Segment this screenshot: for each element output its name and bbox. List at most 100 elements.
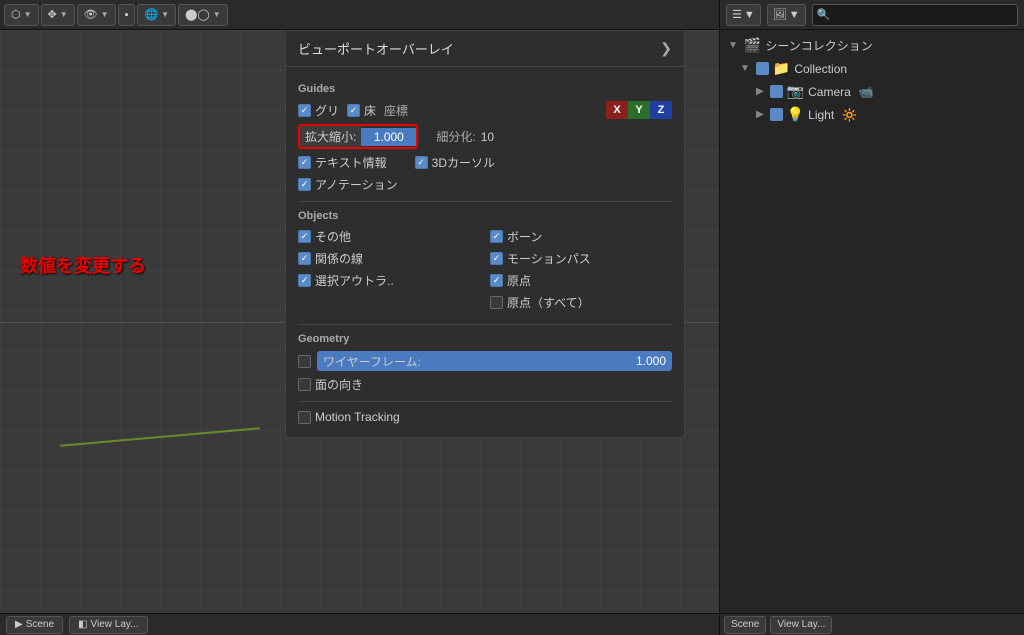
relation-checkbox[interactable]: ✓	[298, 252, 311, 265]
gizmo-btn[interactable]: 🌐 ▼	[137, 4, 176, 26]
subdiv-value[interactable]: 10	[481, 130, 494, 144]
objects-col-right: ✓ ボーン ✓ モーションパス	[490, 228, 672, 316]
scene-collection-item: ▼ 🎬 シーンコレクション	[720, 34, 1024, 57]
collection-visibility-cb[interactable]	[756, 62, 769, 75]
motion-path-checkbox[interactable]: ✓	[490, 252, 503, 265]
floor-checkbox-group: ✓ 床	[347, 102, 376, 119]
relation-row: ✓ 関係の線	[298, 250, 480, 267]
other-checkbox[interactable]: ✓	[298, 230, 311, 243]
light-visibility-cb[interactable]	[770, 108, 783, 121]
select-outline-label: 選択アウトラ..	[315, 272, 394, 289]
scale-row: 拡大縮小: 1.000 細分化: 10	[298, 124, 672, 149]
outliner-scene-label: Scene	[731, 619, 759, 630]
select-outline-row: ✓ 選択アウトラ..	[298, 272, 480, 289]
camera-label: Camera	[808, 85, 851, 99]
motion-tracking-row: Motion Tracking	[298, 410, 672, 424]
scene-btn[interactable]: ▶ Scene	[6, 616, 63, 634]
x-axis-btn[interactable]: X	[606, 101, 628, 119]
origin-all-checkbox[interactable]	[490, 296, 503, 309]
annotation-checkbox[interactable]: ✓	[298, 178, 311, 191]
subdiv-label: 細分化:	[436, 128, 475, 145]
camera-icon: 📷	[787, 83, 804, 100]
scene-collection-label: シーンコレクション	[765, 37, 872, 54]
origin-all-label: 原点（すべて）	[507, 294, 590, 311]
collection-expand-arrow: ▼	[740, 63, 750, 74]
viewport-toolbar: ⬡ ▼ ✥ ▼ 👁 ▼ ▪ 🌐 ▼ ⬤◯ ▼	[0, 0, 719, 30]
overlay-title-bar: ビューポートオーバーレイ ❯	[286, 31, 684, 67]
overlay-close-btn[interactable]: ❯	[660, 40, 672, 57]
shading-dots-btn[interactable]: ⬤◯ ▼	[178, 4, 228, 26]
motion-path-label: モーションパス	[507, 250, 591, 267]
search-input[interactable]	[812, 4, 1018, 26]
wireframe-bar: ワイヤーフレーム: 1.000	[298, 351, 672, 371]
y-axis-btn[interactable]: Y	[628, 101, 650, 119]
cursor-icon: ✥	[48, 8, 57, 21]
text-info-checkbox[interactable]: ✓	[298, 156, 311, 169]
grid-label: グリ	[315, 102, 339, 119]
cursor-3d-label: 3Dカーソル	[432, 154, 495, 171]
wireframe-value: 1.000	[636, 354, 666, 368]
origin-all-group: 原点（すべて）	[490, 294, 590, 311]
grid-checkbox[interactable]: ✓	[298, 104, 311, 117]
face-orient-checkbox[interactable]	[298, 378, 311, 391]
wireframe-label: ワイヤーフレーム:	[323, 353, 421, 370]
3d-viewport: 数値を変更する ビューポートオーバーレイ ❯ Guides ✓ グリ	[0, 30, 719, 613]
z-axis-btn[interactable]: Z	[650, 101, 672, 119]
scale-value[interactable]: 1.000	[361, 128, 416, 146]
bone-group: ✓ ボーン	[490, 228, 542, 245]
view-layer-btn[interactable]: ◧ View Lay...	[69, 616, 147, 634]
light-item[interactable]: ▶ 💡 Light 🔆	[720, 103, 1024, 126]
motion-tracking-group: Motion Tracking	[298, 410, 400, 424]
origin-label: 原点	[507, 272, 531, 289]
motion-tracking-checkbox[interactable]	[298, 411, 311, 424]
camera-item[interactable]: ▶ 📷 Camera 📹	[720, 80, 1024, 103]
collection-icon: 📁	[773, 60, 790, 77]
divider-2	[298, 324, 672, 325]
viewport-icon: ⬡	[11, 8, 21, 21]
coord-label: 座標	[384, 102, 408, 119]
collection-item[interactable]: ▼ 📁 Collection	[720, 57, 1024, 80]
camera-type-icon: 📹	[859, 85, 874, 99]
collection-label: Collection	[794, 62, 847, 76]
show-hide-btn[interactable]: 👁 ▼	[77, 4, 116, 26]
outliner-scene-btn[interactable]: Scene	[724, 616, 766, 634]
viewport-bottom-bar: ▶ Scene ◧ View Lay...	[0, 613, 719, 635]
outliner-menu-btn[interactable]: ☰ ▼	[726, 4, 761, 26]
outliner-body: ▼ 🎬 シーンコレクション ▼ 📁 Collection ▶ 📷 Camera …	[720, 30, 1024, 613]
image-icon: 🖼	[773, 8, 787, 21]
divider-3	[298, 401, 672, 402]
cursor-3d-checkbox[interactable]: ✓	[415, 156, 428, 169]
bone-checkbox[interactable]: ✓	[490, 230, 503, 243]
other-row: ✓ その他	[298, 228, 480, 245]
viewport-menu-btn[interactable]: ⬡ ▼	[4, 4, 39, 26]
scale-label: 拡大縮小:	[300, 126, 361, 147]
scene-expand-arrow: ▼	[728, 40, 738, 51]
other-group: ✓ その他	[298, 228, 351, 245]
select-outline-group: ✓ 選択アウトラ..	[298, 272, 394, 289]
filter-btn[interactable]: 🖼 ▼	[767, 4, 806, 26]
relation-group: ✓ 関係の線	[298, 250, 363, 267]
outliner-view-layer-label: View Lay...	[777, 619, 825, 630]
floor-checkbox[interactable]: ✓	[347, 104, 360, 117]
text-cursor-row: ✓ テキスト情報 ✓ 3Dカーソル	[298, 154, 672, 171]
outliner-view-layer-btn[interactable]: View Lay...	[770, 616, 832, 634]
object-mode-btn[interactable]: ✥ ▼	[41, 4, 75, 26]
origin-group: ✓ 原点	[490, 272, 531, 289]
wireframe-checkbox[interactable]	[298, 355, 311, 368]
guides-section-header: Guides	[298, 83, 672, 95]
origin-all-row: 原点（すべて）	[490, 294, 672, 311]
globe-icon: 🌐	[144, 8, 158, 21]
light-type-icon: 🔆	[842, 108, 857, 122]
scene-label: Scene	[26, 619, 54, 630]
text-info-group: ✓ テキスト情報	[298, 154, 387, 171]
circles-icon: ⬤◯	[185, 8, 210, 21]
select-outline-checkbox[interactable]: ✓	[298, 274, 311, 287]
viewport-shading-btn[interactable]: ▪	[118, 4, 136, 26]
objects-col-left: ✓ その他 ✓ 関係の線	[298, 228, 480, 316]
overlay-panel: ビューポートオーバーレイ ❯ Guides ✓ グリ ✓ 床	[285, 30, 685, 438]
origin-checkbox[interactable]: ✓	[490, 274, 503, 287]
outliner-panel: ☰ ▼ 🖼 ▼ ▼ 🎬 シーンコレクション ▼ 📁 Collectio	[719, 0, 1024, 635]
wireframe-slider[interactable]: ワイヤーフレーム: 1.000	[317, 351, 672, 371]
camera-visibility-cb[interactable]	[770, 85, 783, 98]
annotation-text: 数値を変更する	[20, 252, 146, 278]
